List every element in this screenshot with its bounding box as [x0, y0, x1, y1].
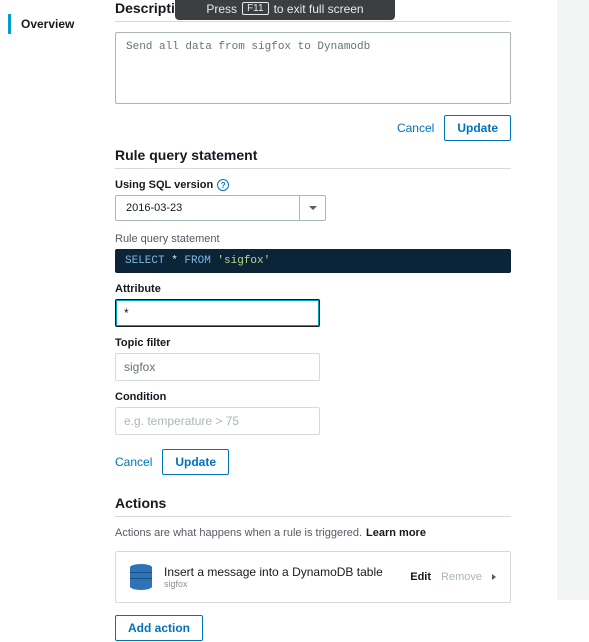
sql-version-label: Using SQL version ?: [115, 179, 511, 191]
actions-heading: Actions: [115, 495, 511, 511]
description-textarea[interactable]: [115, 32, 511, 104]
action-remove-link[interactable]: Remove: [441, 571, 482, 583]
main-content: Description Cancel Update Rule query sta…: [115, 0, 535, 600]
sql-version-label-text: Using SQL version: [115, 179, 213, 191]
sql-topic: 'sigfox': [211, 255, 270, 267]
rqs-heading: Rule query statement: [115, 147, 511, 163]
info-icon[interactable]: ?: [217, 179, 229, 191]
topic-filter-input[interactable]: sigfox: [115, 353, 320, 381]
rqs-update-button[interactable]: Update: [162, 449, 229, 475]
statement-label: Rule query statement: [115, 233, 511, 245]
action-card[interactable]: Insert a message into a DynamoDB table s…: [115, 551, 511, 603]
fullscreen-banner: Press F11 to exit full screen: [175, 0, 395, 20]
learn-more-link[interactable]: Learn more: [366, 527, 426, 539]
attribute-input[interactable]: *: [115, 299, 320, 327]
description-cancel-link[interactable]: Cancel: [397, 121, 434, 135]
right-gutter: [557, 0, 589, 600]
fs-key: F11: [242, 2, 269, 15]
divider: [115, 516, 511, 517]
chevron-right-icon: [492, 574, 496, 580]
sql-version-dropdown-button[interactable]: [300, 195, 326, 221]
description-update-button[interactable]: Update: [444, 115, 511, 141]
sql-code-block: SELECT * FROM 'sigfox': [115, 249, 511, 273]
action-subtitle: sigfox: [164, 579, 410, 589]
nav-overview[interactable]: Overview: [8, 14, 115, 34]
sql-from: FROM: [184, 255, 210, 267]
condition-label: Condition: [115, 391, 511, 403]
sql-version-select[interactable]: 2016-03-23: [115, 195, 511, 221]
sql-select: SELECT: [125, 255, 165, 267]
fs-press: Press: [206, 2, 237, 16]
attribute-label: Attribute: [115, 283, 511, 295]
divider: [115, 168, 511, 169]
condition-input[interactable]: e.g. temperature > 75: [115, 407, 320, 435]
add-action-button[interactable]: Add action: [115, 615, 203, 641]
rqs-cancel-link[interactable]: Cancel: [115, 455, 152, 469]
divider: [115, 21, 511, 22]
sql-star: *: [165, 255, 185, 267]
fs-rest: to exit full screen: [274, 2, 364, 16]
chevron-down-icon: [309, 206, 317, 210]
left-nav: Overview: [0, 0, 115, 600]
dynamodb-icon: [130, 564, 152, 590]
action-edit-link[interactable]: Edit: [410, 571, 431, 583]
action-title: Insert a message into a DynamoDB table: [164, 565, 410, 579]
actions-hint: Actions are what happens when a rule is …: [115, 527, 362, 539]
topic-filter-label: Topic filter: [115, 337, 511, 349]
sql-version-value: 2016-03-23: [115, 195, 300, 221]
